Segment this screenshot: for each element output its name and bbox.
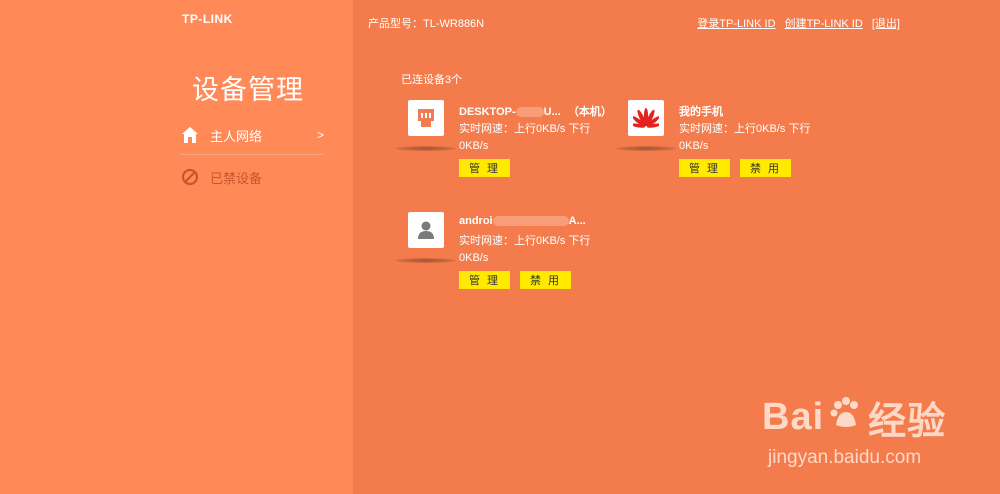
avatar-shadow (396, 258, 456, 263)
manage-button[interactable]: 管 理 (679, 159, 730, 177)
sidebar-item-blocked-devices[interactable]: 已禁设备 (180, 162, 324, 192)
connected-count: 已连设备3个 (401, 74, 463, 86)
home-icon (180, 125, 200, 145)
device-card: DESKTOP- U... （本机） 实时网速：上行0KB/s 下行0KB/s 管… (396, 100, 621, 190)
manage-button[interactable]: 管 理 (459, 271, 510, 289)
device-name: 我的手机 (679, 106, 723, 118)
manage-button[interactable]: 管 理 (459, 159, 510, 177)
top-links: 登录TP-LINK ID 创建TP-LINK ID [退出] (691, 15, 900, 31)
chevron-right-icon: > (316, 128, 324, 142)
device-card: androi A... 实时网速：上行0KB/s 下行0KB/s 管 理 禁 用 (396, 212, 621, 302)
redaction-blur (515, 107, 544, 118)
tplink-logo: TP-LINK (182, 12, 233, 26)
page-title: 设备管理 (192, 75, 304, 105)
nav-divider (180, 154, 324, 155)
device-name: DESKTOP- U... （本机） (459, 106, 612, 118)
avatar-shadow (396, 146, 456, 151)
create-tplink-id-link[interactable]: 创建TP-LINK ID (785, 18, 863, 30)
device-speed: 实时网速：上行0KB/s 下行0KB/s (679, 123, 811, 152)
block-button[interactable]: 禁 用 (740, 159, 791, 177)
sidebar-item-label: 主人网络 (210, 128, 263, 144)
router-icon (408, 100, 444, 136)
sidebar-item-host-network[interactable]: 主人网络 > (180, 120, 324, 150)
baidu-watermark: Bai 经验 jingyan.baidu.com (762, 395, 947, 468)
block-button[interactable]: 禁 用 (520, 271, 571, 289)
this-device-tag: （本机） (567, 106, 612, 118)
redaction-blur (492, 216, 569, 227)
device-speed: 实时网速：上行0KB/s 下行0KB/s (459, 123, 591, 152)
device-card: 我的手机 实时网速：上行0KB/s 下行0KB/s 管 理 禁 用 (616, 100, 841, 190)
user-icon (408, 212, 444, 248)
avatar-shadow (616, 146, 676, 151)
paw-icon (828, 395, 864, 441)
huawei-logo-icon (628, 100, 664, 136)
device-speed: 实时网速：上行0KB/s 下行0KB/s (459, 235, 591, 264)
login-tplink-id-link[interactable]: 登录TP-LINK ID (697, 18, 775, 30)
product-model: 产品型号：TL-WR886N (368, 18, 485, 30)
sidebar-item-label: 已禁设备 (210, 170, 263, 186)
ban-icon (180, 167, 200, 187)
device-name: androi A... (459, 215, 586, 227)
logout-link[interactable]: [退出] (872, 18, 900, 30)
